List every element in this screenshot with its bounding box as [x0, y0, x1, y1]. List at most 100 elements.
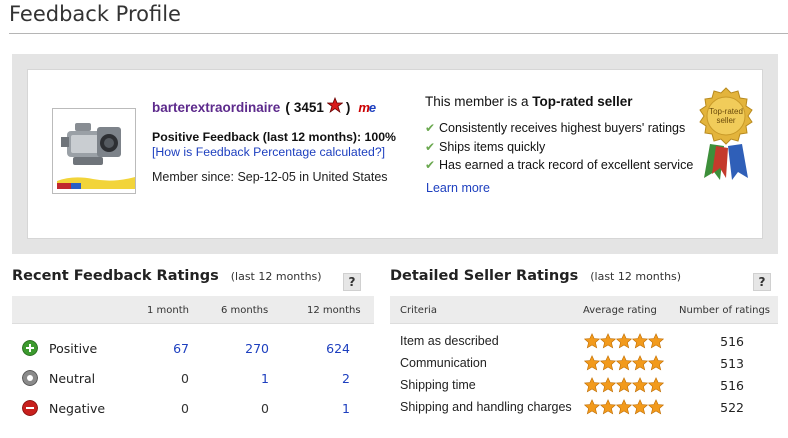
star-icon [600, 377, 616, 393]
profile-panel: barterextraordinaire ( 3451 ) me Positiv… [12, 54, 778, 254]
member-name-link[interactable]: barterextraordinaire [152, 99, 280, 117]
row-label: Neutral [49, 371, 96, 386]
rating-count: 522 [720, 400, 744, 415]
rating-count: 516 [720, 378, 744, 393]
top-rated-seal-icon: Top-rated seller [692, 86, 760, 182]
top-rated-point-text: Ships items quickly [439, 139, 546, 154]
star-icon [648, 355, 664, 371]
top-rated-point: ✔ Ships items quickly [425, 140, 715, 155]
table-row: Neutral 0 1 2 [12, 366, 374, 390]
column-header: 1 month [147, 305, 189, 316]
star-icon [584, 333, 600, 349]
me-badge-icon[interactable]: me [358, 99, 376, 117]
criteria-label: Item as described [400, 334, 499, 348]
star-rating [584, 355, 664, 371]
star-icon [632, 399, 648, 415]
seal-line2: seller [716, 116, 735, 125]
star-icon [648, 399, 664, 415]
table-row: Communication 513 [390, 352, 778, 374]
recent-feedback-help-button[interactable]: ? [343, 273, 361, 291]
rating-count-link[interactable]: 2 [310, 371, 350, 386]
star-rating [584, 399, 664, 415]
rating-count-link[interactable]: 1 [310, 401, 350, 416]
open-paren: ( [285, 99, 290, 115]
detailed-ratings-help-button[interactable]: ? [753, 273, 771, 291]
star-rating [584, 333, 664, 349]
me-badge-e: e [368, 99, 376, 115]
column-header: 12 months [307, 305, 361, 316]
table-row: Positive 67 270 624 [12, 336, 374, 360]
detailed-ratings-header: Criteria Average rating Number of rating… [390, 296, 778, 324]
member-info: barterextraordinaire ( 3451 ) me Positiv… [152, 96, 414, 184]
row-label: Negative [49, 401, 106, 416]
product-thumbnail[interactable] [52, 108, 136, 194]
recent-feedback-subtitle: (last 12 months) [230, 270, 322, 283]
star-icon [632, 377, 648, 393]
top-rated-point: ✔ Has earned a track record of excellent … [425, 158, 715, 173]
star-icon [632, 355, 648, 371]
row-label: Positive [49, 341, 98, 356]
star-icon [616, 355, 632, 371]
criteria-label: Shipping and handling charges [400, 400, 572, 414]
column-header: Criteria [400, 305, 437, 316]
star-icon [616, 399, 632, 415]
star-icon [584, 399, 600, 415]
star-icon [616, 333, 632, 349]
table-row: Shipping and handling charges 522 [390, 396, 778, 418]
camcorder-image [53, 109, 135, 193]
title-divider [9, 33, 788, 34]
detailed-ratings-subtitle: (last 12 months) [590, 270, 682, 283]
member-since: Member since: Sep-12-05 in United States [152, 170, 388, 184]
top-rated-heading-bold: Top-rated seller [532, 94, 633, 109]
star-icon [600, 355, 616, 371]
checkmark-icon: ✔ [425, 121, 436, 135]
criteria-label: Shipping time [400, 378, 476, 392]
profile-box: barterextraordinaire ( 3451 ) me Positiv… [27, 69, 763, 239]
star-icon [648, 333, 664, 349]
top-rated-points: ✔ Consistently receives highest buyers' r… [425, 121, 715, 173]
rating-count-link[interactable]: 1 [229, 371, 269, 386]
top-rated-info: This member is a Top-rated seller ✔ Consi… [425, 94, 715, 197]
rating-count-link[interactable]: 270 [229, 341, 269, 356]
top-rated-point-text: Consistently receives highest buyers' ra… [439, 121, 686, 135]
feedback-percentage-help-link[interactable]: [How is Feedback Percentage calculated?] [152, 145, 414, 159]
star-icon [616, 377, 632, 393]
rating-count: 513 [720, 356, 744, 371]
table-row: Shipping time 516 [390, 374, 778, 396]
close-paren: ) [345, 99, 351, 115]
recent-feedback-header: 1 month 6 months 12 months [12, 296, 374, 324]
star-icon [632, 333, 648, 349]
positive-feedback-percentage: Positive Feedback (last 12 months): 100% [152, 130, 396, 144]
top-rated-heading: This member is a Top-rated seller [425, 94, 715, 109]
star-icon [600, 333, 616, 349]
detailed-ratings-title: Detailed Seller Ratings (last 12 months) [390, 268, 681, 284]
seal-line1: Top-rated [709, 107, 743, 116]
page-title: Feedback Profile [9, 2, 181, 26]
star-rating [584, 377, 664, 393]
rating-count: 0 [181, 371, 189, 386]
top-rated-point: ✔ Consistently receives highest buyers' r… [425, 121, 715, 136]
checkmark-icon: ✔ [425, 158, 436, 172]
learn-more-link[interactable]: Learn more [426, 181, 490, 195]
member-identity: barterextraordinaire ( 3451 ) me [152, 96, 414, 118]
criteria-label: Communication [400, 356, 487, 370]
column-header: 6 months [221, 305, 269, 316]
rating-count: 516 [720, 334, 744, 349]
recent-feedback-title: Recent Feedback Ratings (last 12 months) [12, 268, 322, 284]
top-rated-heading-prefix: This member is a [425, 94, 533, 109]
rating-count-link[interactable]: 67 [149, 341, 189, 356]
table-row: Negative 0 0 1 [12, 396, 374, 420]
star-icon [584, 355, 600, 371]
recent-feedback-heading: Recent Feedback Ratings [12, 268, 219, 284]
detailed-ratings-heading: Detailed Seller Ratings [390, 268, 579, 284]
column-header: Average rating [583, 305, 657, 316]
checkmark-icon: ✔ [425, 139, 436, 154]
star-icon [600, 399, 616, 415]
feedback-score-link[interactable]: 3451 [294, 99, 324, 117]
me-badge-m: m [358, 99, 370, 115]
red-star-icon[interactable] [326, 96, 344, 118]
column-header: Number of ratings [679, 305, 771, 316]
rating-count-link[interactable]: 624 [310, 341, 350, 356]
top-rated-point-text: Has earned a track record of excellent s… [439, 158, 694, 172]
rating-count: 0 [261, 401, 269, 416]
